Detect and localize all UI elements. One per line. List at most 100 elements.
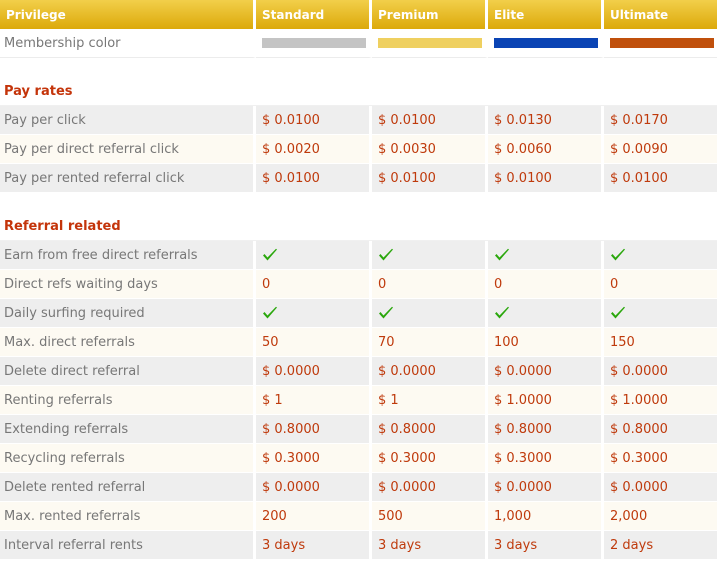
row-label: Extending referrals	[0, 415, 256, 444]
cell-value: 0	[256, 270, 372, 299]
cell-value: $ 0.0000	[256, 357, 372, 386]
cell-value: $ 0.0000	[488, 473, 604, 502]
cell-value: 100	[488, 328, 604, 357]
cell-value: 500	[372, 502, 488, 531]
table-row: Recycling referrals $ 0.3000 $ 0.3000 $ 0.3…	[0, 444, 717, 473]
cell-value: $ 0.0030	[372, 135, 488, 164]
row-label: Pay per rented referral click	[0, 164, 256, 193]
cell-value: 0	[372, 270, 488, 299]
header-ultimate: Ultimate	[604, 0, 717, 29]
cell-value: $ 0.0020	[256, 135, 372, 164]
cell-value: 150	[604, 328, 717, 357]
checkmark-icon	[263, 306, 277, 319]
cell-value: $ 0.0000	[372, 473, 488, 502]
cell-value: $ 0.0000	[256, 473, 372, 502]
cell-value: $ 0.8000	[372, 415, 488, 444]
checkmark-icon	[495, 248, 509, 261]
membership-comparison-table: Privilege Standard Premium Elite Ultimat…	[0, 0, 717, 560]
header-standard: Standard	[256, 0, 372, 29]
checkmark-icon	[379, 306, 393, 319]
section-title-pay-rates: Pay rates	[0, 78, 717, 106]
cell-value: $ 0.0100	[604, 164, 717, 193]
cell-value: 3 days	[372, 531, 488, 560]
cell-value: $ 0.0100	[372, 106, 488, 135]
cell-value: 0	[488, 270, 604, 299]
cell-value: 2,000	[604, 502, 717, 531]
row-label: Max. rented referrals	[0, 502, 256, 531]
table-row: Max. rented referrals 200 500 1,000 2,000	[0, 502, 717, 531]
cell-check	[488, 299, 604, 328]
row-label: Pay per click	[0, 106, 256, 135]
cell-value: $ 0.0090	[604, 135, 717, 164]
row-label: Delete direct referral	[0, 357, 256, 386]
header-elite: Elite	[488, 0, 604, 29]
cell-value: 0	[604, 270, 717, 299]
checkmark-icon	[263, 248, 277, 261]
header-row: Privilege Standard Premium Elite Ultimat…	[0, 0, 717, 29]
cell-value: $ 0.8000	[604, 415, 717, 444]
cell-value: $ 0.8000	[488, 415, 604, 444]
cell-value: $ 0.0000	[372, 357, 488, 386]
swatch-elite	[494, 38, 598, 48]
table-row: Direct refs waiting days 0 0 0 0	[0, 270, 717, 299]
cell-check	[604, 241, 717, 270]
cell-value: 200	[256, 502, 372, 531]
cell-value: 3 days	[256, 531, 372, 560]
cell-value: $ 0.0000	[604, 357, 717, 386]
checkmark-icon	[611, 306, 625, 319]
swatch-standard	[262, 38, 366, 48]
table-row: Earn from free direct referrals	[0, 241, 717, 270]
cell-value: $ 0.3000	[372, 444, 488, 473]
cell-value: $ 0.0000	[604, 473, 717, 502]
cell-value: $ 1	[256, 386, 372, 415]
checkmark-icon	[379, 248, 393, 261]
swatch-ultimate	[610, 38, 714, 48]
cell-value: $ 0.0130	[488, 106, 604, 135]
row-label: Pay per direct referral click	[0, 135, 256, 164]
spacer	[0, 58, 717, 78]
cell-value: $ 0.3000	[604, 444, 717, 473]
row-label: Direct refs waiting days	[0, 270, 256, 299]
row-label: Renting referrals	[0, 386, 256, 415]
cell-value: $ 0.3000	[488, 444, 604, 473]
table-row: Extending referrals $ 0.8000 $ 0.8000 $ 0.8…	[0, 415, 717, 444]
cell-value: $ 0.3000	[256, 444, 372, 473]
cell-value: 2 days	[604, 531, 717, 560]
table-row: Pay per direct referral click $ 0.0020 $ 0…	[0, 135, 717, 164]
checkmark-icon	[611, 248, 625, 261]
cell-value: 70	[372, 328, 488, 357]
row-label: Daily surfing required	[0, 299, 256, 328]
row-label: Interval referral rents	[0, 531, 256, 560]
cell-value: $ 0.0100	[372, 164, 488, 193]
checkmark-icon	[495, 306, 509, 319]
cell-value: $ 1	[372, 386, 488, 415]
cell-check	[256, 299, 372, 328]
cell-value: $ 0.8000	[256, 415, 372, 444]
row-label: Earn from free direct referrals	[0, 241, 256, 270]
table-row: Delete direct referral $ 0.0000 $ 0.0000 $ …	[0, 357, 717, 386]
row-label: Delete rented referral	[0, 473, 256, 502]
header-privilege: Privilege	[0, 0, 256, 29]
referral-related-rows: Earn from free direct referrals Direct re…	[0, 241, 717, 560]
cell-value: $ 0.0060	[488, 135, 604, 164]
cell-value: $ 0.0170	[604, 106, 717, 135]
section-pay-rates: Pay rates	[0, 78, 717, 106]
cell-value: $ 1.0000	[488, 386, 604, 415]
table-row: Renting referrals $ 1 $ 1 $ 1.0000 $ 1.0000	[0, 386, 717, 415]
cell-value: 3 days	[488, 531, 604, 560]
membership-color-row: Membership color	[0, 29, 717, 58]
table-row: Max. direct referrals 50 70 100 150	[0, 328, 717, 357]
table-row: Delete rented referral $ 0.0000 $ 0.0000 $ …	[0, 473, 717, 502]
cell-value: 50	[256, 328, 372, 357]
pay-rates-rows: Pay per click $ 0.0100 $ 0.0100 $ 0.0130 $ 0…	[0, 106, 717, 193]
cell-check	[604, 299, 717, 328]
spacer	[0, 193, 717, 213]
cell-value: $ 0.0100	[256, 106, 372, 135]
cell-value: 1,000	[488, 502, 604, 531]
row-label: Max. direct referrals	[0, 328, 256, 357]
table-row: Pay per click $ 0.0100 $ 0.0100 $ 0.0130 $ 0…	[0, 106, 717, 135]
cell-check	[488, 241, 604, 270]
cell-check	[372, 299, 488, 328]
cell-value: $ 0.0000	[488, 357, 604, 386]
cell-check	[256, 241, 372, 270]
